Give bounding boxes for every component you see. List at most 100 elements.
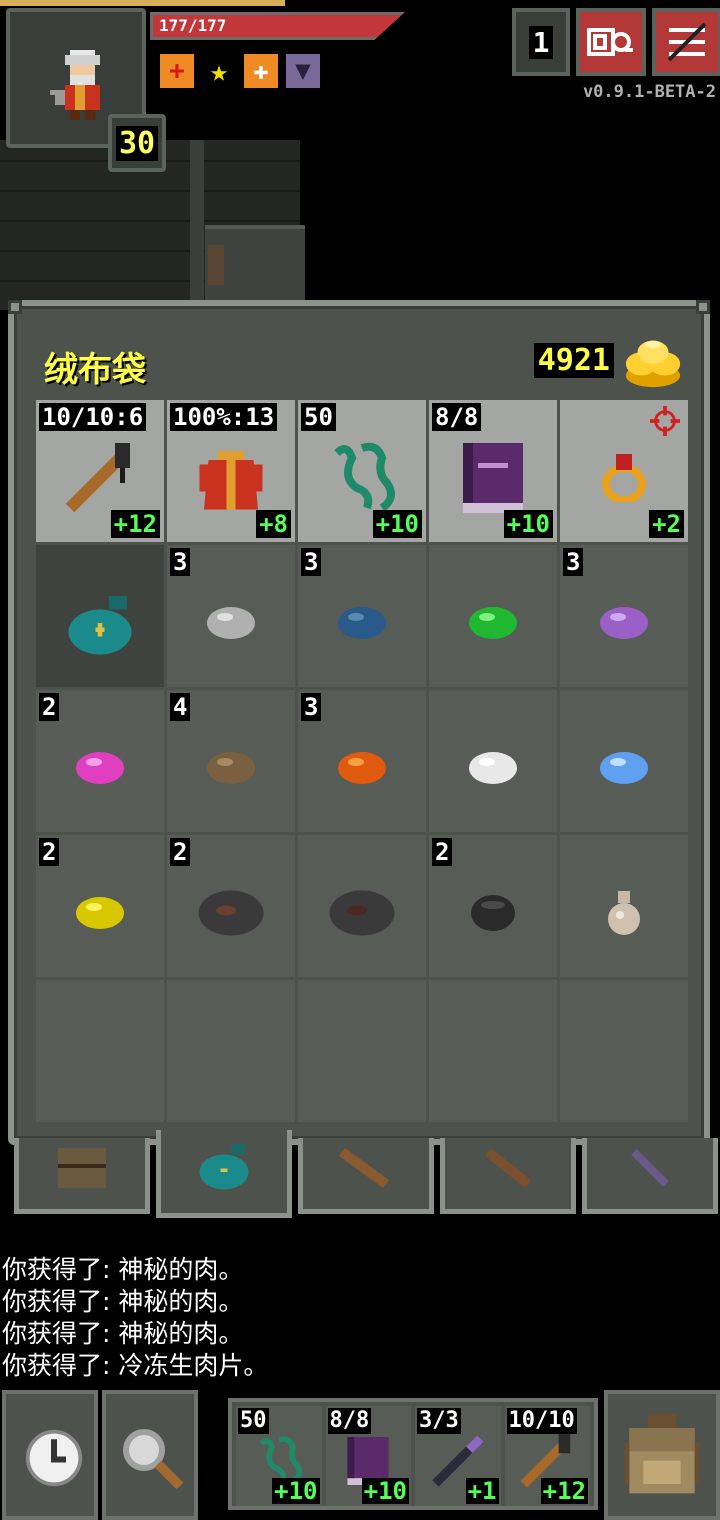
item-qty: 2 (432, 838, 453, 866)
quickslot-staff[interactable]: 10/10 +12 (504, 1406, 590, 1506)
slot-ring[interactable]: +2 (560, 400, 688, 542)
buff-white-cross-icon[interactable]: ✚ (244, 54, 278, 88)
inventory-grid: 10/10:6 +12 100%:13 +8 50 +10 8/8 +10 +2… (36, 400, 688, 1122)
hp-text: 177/177 (159, 16, 227, 35)
buff-yellow-star-icon[interactable]: ★ (202, 54, 236, 89)
item-level: +8 (256, 510, 291, 538)
hero-level: 30 (115, 125, 159, 161)
search-button[interactable] (102, 1390, 198, 1520)
tab-scroll-holder[interactable] (298, 1138, 434, 1214)
quickslot-bar: 50 +10 8/8 +10 3/3 +1 10/10 +12 (228, 1398, 598, 1510)
orange-seed-icon (338, 752, 386, 785)
item-qty: 3 (301, 693, 322, 721)
tab-wand-holster[interactable] (582, 1138, 718, 1214)
yellow-seed-icon (76, 897, 124, 930)
slot-staff[interactable]: 10/10:6 +12 (36, 400, 164, 542)
velvet-pouch-icon (68, 596, 132, 655)
dungeon-wall (190, 140, 204, 310)
slot-chain[interactable]: 50 +10 (298, 400, 426, 542)
bone-flask-icon (608, 891, 640, 936)
game-log: 你获得了: 神秘的肉。 你获得了: 神秘的肉。 你获得了: 神秘的肉。 你获得了… (2, 1254, 268, 1382)
slot-pink-seed[interactable]: 2 (36, 690, 164, 832)
item-level: +10 (272, 1477, 320, 1505)
potion-belt-icon (484, 1147, 532, 1188)
slot-empty[interactable] (36, 980, 164, 1122)
slot-dark-meat-2[interactable] (298, 835, 426, 977)
log-line: 你获得了: 冷冻生肉片。 (2, 1351, 269, 1380)
item-qty: 8/8 (432, 403, 482, 431)
slot-bone-flask[interactable] (560, 835, 688, 977)
dungeon-door (208, 245, 224, 285)
window-corner (8, 300, 22, 314)
slot-blue-seed[interactable]: 3 (298, 545, 426, 687)
slot-gray-seed[interactable]: 3 (167, 545, 295, 687)
slot-yellow-seed[interactable]: 2 (36, 835, 164, 977)
dark-meat-icon (329, 890, 395, 936)
scroll-holder-icon (339, 1147, 389, 1188)
slot-robe[interactable]: 100%:13 +8 (167, 400, 295, 542)
hero-portrait-icon (50, 50, 100, 120)
slot-white-seed[interactable] (429, 690, 557, 832)
top-right-controls: 1 (512, 8, 720, 76)
violet-seed-icon (600, 607, 648, 640)
log-line: 你获得了: 神秘的肉。 (2, 1287, 244, 1316)
quickslot-chain[interactable]: 50 +10 (236, 1406, 322, 1506)
menu-button[interactable] (652, 8, 720, 76)
hero-level-badge: 30 (108, 114, 166, 172)
item-level: +12 (540, 1477, 588, 1505)
item-level: +1 (465, 1477, 499, 1505)
slot-spellbook[interactable]: 8/8 +10 (429, 400, 557, 542)
gold-display: 4921 (533, 332, 684, 388)
backpack-button[interactable] (604, 1390, 720, 1520)
staff-icon (65, 443, 130, 513)
pink-seed-icon (76, 752, 124, 785)
light-blue-seed-icon (600, 752, 648, 785)
menu-icon (667, 22, 707, 62)
magnifier-icon (123, 1429, 184, 1490)
gray-seed-icon (207, 607, 255, 640)
quickslot-spellbook[interactable]: 8/8 +10 (325, 1406, 411, 1506)
wait-button[interactable] (2, 1390, 98, 1520)
slot-empty[interactable] (298, 980, 426, 1122)
item-level: +2 (649, 510, 684, 538)
slot-orange-seed[interactable]: 3 (298, 690, 426, 832)
top-accent-bar (0, 0, 285, 6)
slot-dark-meat[interactable]: 2 (167, 835, 295, 977)
item-qty: 2 (39, 838, 60, 866)
item-qty: 50 (301, 403, 336, 431)
window-corner (696, 300, 710, 314)
slot-empty[interactable] (167, 980, 295, 1122)
item-qty: 8/8 (327, 1408, 372, 1434)
dark-meat-icon (198, 890, 264, 936)
slot-velvet-pouch[interactable] (36, 545, 164, 687)
journal-button[interactable] (576, 8, 646, 76)
quickslot-wand[interactable]: 3/3 +1 (415, 1406, 501, 1506)
wand-holster-icon (631, 1148, 669, 1187)
item-qty: 2 (170, 838, 191, 866)
slot-brown-seed[interactable]: 4 (167, 690, 295, 832)
slot-green-seed[interactable] (429, 545, 557, 687)
slot-violet-seed[interactable]: 3 (560, 545, 688, 687)
slot-light-blue-seed[interactable] (560, 690, 688, 832)
spellbook-icon (463, 443, 523, 514)
tab-backpack[interactable] (14, 1138, 150, 1214)
journal-search-icon (587, 28, 633, 56)
item-level: +10 (503, 510, 553, 538)
item-qty: 2 (39, 693, 60, 721)
black-stone-icon (471, 895, 515, 932)
gold-pile-icon (625, 340, 681, 388)
slot-empty[interactable] (429, 980, 557, 1122)
slot-black-stone[interactable]: 2 (429, 835, 557, 977)
tab-potion-belt[interactable] (440, 1138, 576, 1214)
buff-red-cross-icon[interactable]: + (160, 54, 194, 88)
item-qty: 4 (170, 693, 191, 721)
item-qty: 100%:13 (170, 403, 278, 431)
depth-value: 1 (528, 25, 554, 59)
slot-empty[interactable] (560, 980, 688, 1122)
chain-icon (334, 442, 395, 512)
buff-purple-shield-icon[interactable]: ▼ (286, 54, 320, 88)
chest-icon (58, 1147, 106, 1188)
depth-indicator[interactable]: 1 (512, 8, 570, 76)
tab-velvet-pouch[interactable] (156, 1130, 292, 1218)
white-seed-icon (469, 752, 517, 785)
